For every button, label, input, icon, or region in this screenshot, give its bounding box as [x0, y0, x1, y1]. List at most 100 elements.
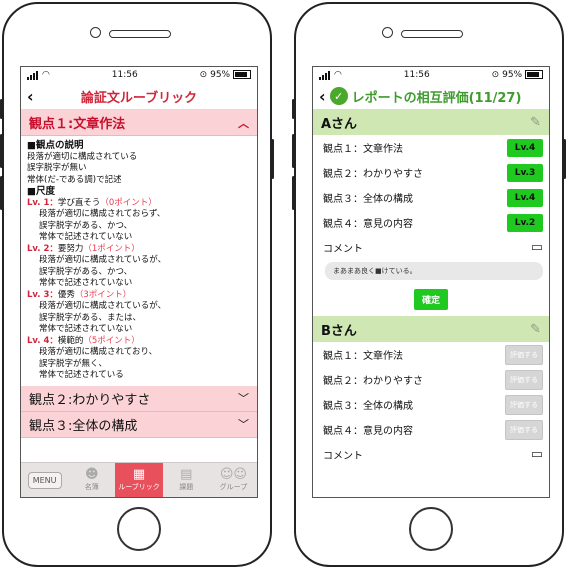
front-camera [90, 27, 101, 38]
nav-menu[interactable]: MENU [21, 463, 68, 497]
mute-switch [292, 99, 295, 119]
criterion-row: 観点１：文章作法 Lv.4 [313, 135, 549, 160]
page-title: 論証文ルーブリック [80, 90, 198, 106]
level-line: 段落が適切に構成されており、 [39, 347, 158, 357]
accordion-label: 観点３:全体の構成 [29, 418, 138, 434]
comment-label: コメント [323, 451, 363, 462]
accordion-criterion-2[interactable]: 観点２:わかりやすさ ﹀ [21, 385, 257, 412]
header: ‹ ✓ レポートの相互評価(11/27) [313, 83, 549, 109]
nav-assignment[interactable]: ▤ 課題 [163, 463, 210, 497]
criterion-label: 観点１：文章作法 [323, 351, 403, 362]
comment-row: コメント ▭ [313, 442, 549, 467]
nav-label: 課題 [179, 483, 194, 491]
level-name: 優秀 [57, 289, 75, 300]
phone-left: ◠ 11:56 ⊙ 95% ‹ 論証文ルーブリック 観点１:文章作法 ︿ ■観点… [0, 2, 274, 567]
volume-up-button [292, 134, 295, 168]
level-badge[interactable]: Lv.3 [507, 163, 543, 182]
level-line: 誤字脱字がある、かつ、 [39, 266, 133, 277]
power-button [563, 139, 566, 179]
evaluate-button[interactable]: 評価する [505, 344, 543, 365]
confirm-wrap: 確定 [313, 280, 549, 316]
level-label: Lv. 3： [27, 289, 58, 300]
criterion-label: 観点４：意見の内容 [323, 426, 413, 437]
chevron-up-icon: ︿ [238, 116, 249, 130]
level-line: 段落が適切に構成されているが、 [39, 301, 167, 311]
level-label: Lv. 4： [27, 335, 58, 346]
nav-group[interactable]: ☺☺ グループ [210, 463, 257, 497]
menu-button[interactable]: MENU [27, 471, 62, 489]
power-button [271, 139, 274, 179]
accordion-criterion-3[interactable]: 観点３:全体の構成 ﹀ [21, 411, 257, 438]
level-2: Lv. 2：要努力（1ポイント） 段落が適切に構成されているが、 誤字脱字がある… [27, 244, 251, 290]
status-bar: ◠ 11:56 ⊙ 95% [313, 67, 549, 83]
accordion-label: 観点２:わかりやすさ [29, 392, 151, 408]
level-points: （5ポイント） [83, 335, 140, 346]
check-circle-icon: ✓ [329, 87, 348, 105]
evaluate-button[interactable]: 評価する [505, 369, 543, 390]
home-button[interactable] [117, 507, 161, 551]
battery-text: 95% [210, 70, 231, 80]
evaluate-button[interactable]: 評価する [505, 394, 543, 415]
home-button[interactable] [409, 507, 453, 551]
criterion-label: 観点４：意見の内容 [323, 219, 413, 230]
level-badge[interactable]: Lv.4 [507, 188, 543, 207]
rubric-content: ■観点の説明 段落が適切に構成されている 誤字脱字が無い 常体(だ-である調)で… [21, 136, 257, 386]
student-b-header: Bさん ✎ [313, 316, 549, 342]
level-label: Lv. 2： [27, 243, 58, 254]
confirm-button[interactable]: 確定 [413, 289, 448, 310]
criterion-label: 観点２：わかりやすさ [323, 376, 423, 387]
level-3: Lv. 3：優秀（3ポイント） 段落が適切に構成されているが、 誤字脱字がある、… [27, 290, 251, 336]
chevron-down-icon: ﹀ [238, 392, 249, 405]
back-button[interactable]: ‹ [27, 87, 34, 106]
edit-note-icon[interactable]: ✎ [530, 115, 541, 130]
criterion-row: 観点４：意見の内容 Lv.2 [313, 210, 549, 235]
comment-field[interactable]: まあまあ良く■けている。 [325, 262, 543, 280]
speech-bubble-icon[interactable]: ▭ [531, 240, 543, 255]
battery-icon [524, 70, 543, 79]
level-badge[interactable]: Lv.2 [507, 213, 543, 232]
back-button[interactable]: ‹ [319, 87, 326, 106]
lock-icon: ⊙ [199, 70, 208, 80]
grid-icon: ▦ [132, 467, 146, 482]
edit-note-icon[interactable]: ✎ [530, 322, 541, 337]
header: ‹ 論証文ルーブリック [21, 83, 257, 110]
volume-down-button [0, 176, 3, 210]
level-label: Lv. 1： [27, 197, 58, 208]
level-1: Lv. 1：学び直そう（0ポイント） 段落が適切に構成されておらず、 誤字脱字が… [27, 198, 251, 244]
status-time: 11:56 [111, 70, 138, 80]
speech-bubble-icon[interactable]: ▭ [531, 447, 543, 462]
level-name: 学び直そう [57, 197, 101, 208]
battery-text: 95% [502, 70, 523, 80]
nav-label: ルーブリック [118, 483, 160, 491]
bottom-nav: MENU ☻ 名簿 ▦ ルーブリック ▤ 課題 ☺☺ グループ [21, 462, 257, 497]
chevron-down-icon: ﹀ [238, 418, 249, 431]
level-name: 模範的 [57, 335, 84, 346]
student-a-header: Aさん ✎ [313, 109, 549, 135]
level-line: 段落が適切に構成されておらず、 [39, 209, 166, 219]
criterion-label: 観点３：全体の構成 [323, 401, 413, 412]
evaluate-button[interactable]: 評価する [505, 419, 543, 440]
level-points: （0ポイント） [100, 197, 157, 208]
accordion-label: 観点１:文章作法 [29, 117, 126, 132]
level-points: （1ポイント） [83, 243, 140, 254]
level-badge[interactable]: Lv.4 [507, 138, 543, 157]
nav-roster[interactable]: ☻ 名簿 [68, 463, 115, 497]
criterion-label: 観点３：全体の構成 [323, 194, 413, 205]
criterion-label: 観点２：わかりやすさ [323, 169, 423, 180]
level-line: 常体で記述されていない [39, 278, 133, 288]
level-name: 要努力 [57, 243, 84, 254]
level-line: 誤字脱字が無く、 [39, 358, 108, 369]
front-camera [382, 27, 393, 38]
nav-rubric[interactable]: ▦ ルーブリック [115, 463, 163, 497]
signal-icon: ◠ [27, 70, 50, 80]
accordion-criterion-1[interactable]: 観点１:文章作法 ︿ [21, 110, 257, 136]
student-name: Aさん [321, 116, 358, 132]
battery-icon [232, 70, 251, 79]
mute-switch [0, 99, 3, 119]
volume-up-button [0, 134, 3, 168]
phone-right: ◠ 11:56 ⊙ 95% ‹ ✓ レポートの相互評価(11/27) Aさん ✎… [292, 2, 566, 567]
group-icon: ☺☺ [219, 467, 247, 482]
level-line: 常体で記述されている [39, 370, 124, 380]
desc-line: 常体(だ-である調)で記述 [27, 174, 122, 185]
roster-icon: ☻ [85, 467, 99, 482]
